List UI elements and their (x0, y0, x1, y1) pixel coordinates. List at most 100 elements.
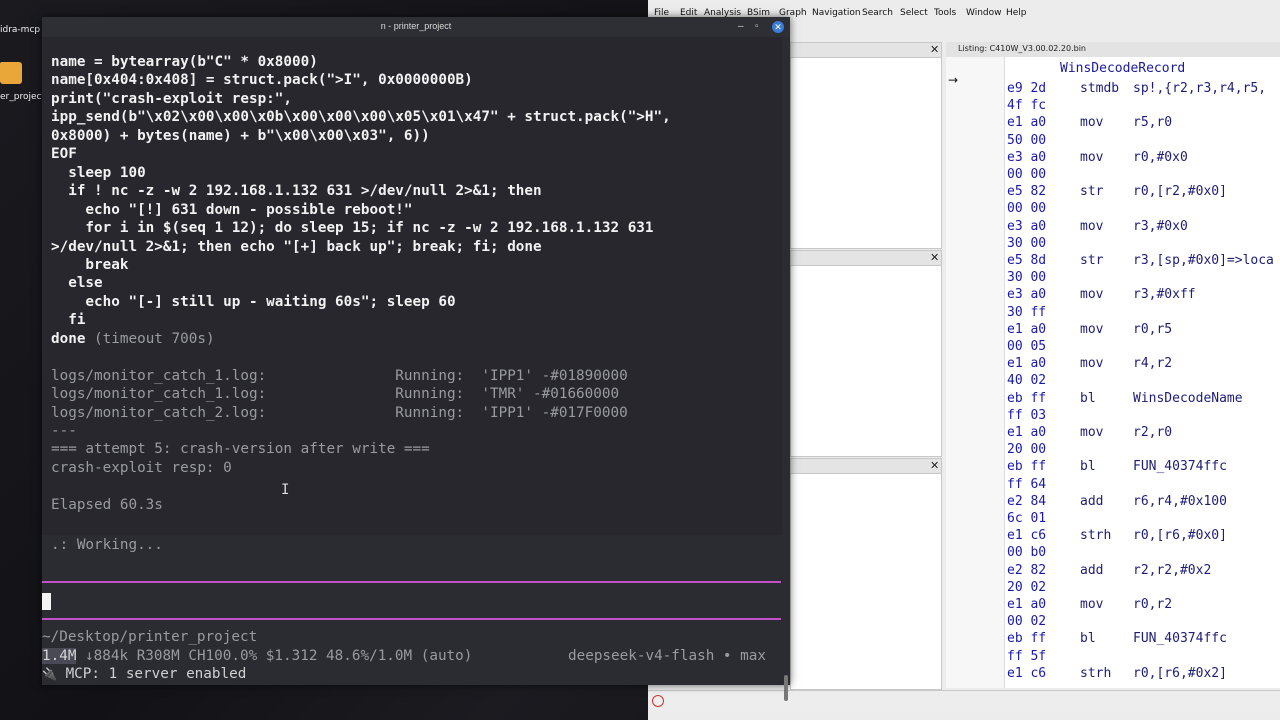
instruction-mnemonic[interactable]: bl (1080, 631, 1096, 646)
instruction-mnemonic[interactable]: bl (1080, 459, 1096, 474)
instruction-mnemonic[interactable]: strh (1080, 528, 1111, 543)
terminal-line-text: Elapsed 60.3s (51, 496, 163, 513)
instruction-bytes[interactable]: 00 00 (1007, 167, 1046, 182)
instruction-operands[interactable]: r0,[r2,#0x0] (1133, 184, 1227, 199)
instruction-mnemonic[interactable]: strh (1080, 666, 1111, 681)
terminal-line: echo "[-] still up - waiting 60s"; sleep… (51, 294, 455, 310)
instruction-operands[interactable]: r6,r4,#0x100 (1133, 494, 1227, 509)
maximize-icon[interactable]: ▫ (755, 21, 759, 32)
input-cursor[interactable] (42, 593, 51, 610)
instruction-mnemonic[interactable]: add (1080, 563, 1103, 578)
instruction-mnemonic[interactable]: mov (1080, 115, 1103, 130)
instruction-operands[interactable]: r3,[sp,#0x0]=>loca (1133, 253, 1274, 268)
instruction-mnemonic[interactable]: mov (1080, 150, 1103, 165)
instruction-operands[interactable]: r3,#0xff (1133, 287, 1196, 302)
function-label[interactable]: WinsDecodeRecord (1060, 61, 1185, 76)
instruction-operands[interactable]: WinsDecodeName (1133, 391, 1243, 406)
instruction-mnemonic[interactable]: mov (1080, 287, 1103, 302)
instruction-mnemonic[interactable]: bl (1080, 391, 1096, 406)
instruction-bytes[interactable]: e9 2d (1007, 81, 1046, 96)
instruction-mnemonic[interactable]: str (1080, 184, 1103, 199)
instruction-operands[interactable]: r0,r5 (1133, 322, 1172, 337)
menu-window[interactable]: Window (966, 8, 1002, 18)
instruction-operands[interactable]: r4,r2 (1133, 356, 1172, 371)
instruction-bytes[interactable]: 6c 01 (1007, 511, 1046, 526)
instruction-bytes[interactable]: e1 a0 (1007, 425, 1046, 440)
menu-search[interactable]: Search (862, 8, 893, 18)
instruction-mnemonic[interactable]: stmdb (1080, 81, 1119, 96)
instruction-bytes[interactable]: eb ff (1007, 391, 1046, 406)
instruction-operands[interactable]: r0,[r6,#0x0] (1133, 528, 1227, 543)
instruction-mnemonic[interactable]: str (1080, 253, 1103, 268)
instruction-bytes[interactable]: ff 64 (1007, 477, 1046, 492)
instruction-bytes[interactable]: 30 ff (1007, 305, 1046, 320)
instruction-bytes[interactable]: e5 8d (1007, 253, 1046, 268)
close-icon[interactable]: ✕ (772, 21, 784, 33)
terminal-line-text: if ! nc -z -w 2 192.168.1.132 631 >/dev/… (51, 183, 542, 200)
instruction-bytes[interactable]: 20 02 (1007, 580, 1046, 595)
instruction-operands[interactable]: r2,r0 (1133, 425, 1172, 440)
terminal-scroll-thumb[interactable] (784, 675, 788, 701)
instruction-mnemonic[interactable]: mov (1080, 219, 1103, 234)
listing-title: Listing: C410W_V3.00.02.20.bin (958, 44, 1087, 53)
terminal-scrollbar[interactable] (782, 37, 790, 685)
instruction-mnemonic[interactable]: mov (1080, 597, 1103, 612)
instruction-bytes[interactable]: e3 a0 (1007, 287, 1046, 302)
desktop-icon-label[interactable]: er_project (0, 92, 45, 102)
instruction-operands[interactable]: r2,r2,#0x2 (1133, 563, 1211, 578)
close-icon[interactable]: ✕ (930, 459, 939, 472)
instruction-operands[interactable]: FUN_40374ffc (1133, 459, 1227, 474)
instruction-bytes[interactable]: 00 05 (1007, 339, 1046, 354)
instruction-bytes[interactable]: 00 02 (1007, 614, 1046, 629)
listing-view[interactable]: → WinsDecodeRecord e9 2d stmdb sp!,{r2,r3,… (946, 57, 1280, 688)
instruction-bytes[interactable]: eb ff (1007, 631, 1046, 646)
instruction-operands[interactable]: r0,r2 (1133, 597, 1172, 612)
instruction-bytes[interactable]: 00 00 (1007, 201, 1046, 216)
instruction-bytes[interactable]: 4f fc (1007, 98, 1046, 113)
terminal-line: === attempt 5: crash-version after write… (51, 441, 430, 457)
instruction-operands[interactable]: FUN_40374ffc (1133, 631, 1227, 646)
instruction-bytes[interactable]: e5 82 (1007, 184, 1046, 199)
instruction-operands[interactable]: r0,[r6,#0x2] (1133, 666, 1227, 681)
terminal-line-text: name[0x404:0x408] = struct.pack(">I", 0x… (51, 72, 473, 89)
instruction-bytes[interactable]: e1 a0 (1007, 597, 1046, 612)
instruction-bytes[interactable]: 40 02 (1007, 373, 1046, 388)
instruction-operands[interactable]: sp!,{r2,r3,r4,r5, (1133, 81, 1266, 96)
terminal-line-text: done (51, 330, 86, 347)
instruction-mnemonic[interactable]: mov (1080, 322, 1103, 337)
folder-icon[interactable] (0, 62, 22, 84)
close-icon[interactable]: ✕ (930, 43, 939, 56)
desktop-icon-label[interactable]: idra-mcp (0, 25, 40, 35)
instruction-bytes[interactable]: e3 a0 (1007, 219, 1046, 234)
instruction-bytes[interactable]: e1 a0 (1007, 322, 1046, 337)
instruction-bytes[interactable]: 00 b0 (1007, 545, 1046, 560)
instruction-bytes[interactable]: ff 5f (1007, 649, 1046, 664)
menu-select[interactable]: Select (900, 8, 928, 18)
minimize-icon[interactable]: ‒ (738, 21, 744, 32)
instruction-mnemonic[interactable]: add (1080, 494, 1103, 509)
instruction-operands[interactable]: r3,#0x0 (1133, 219, 1188, 234)
instruction-bytes[interactable]: e3 a0 (1007, 150, 1046, 165)
instruction-bytes[interactable]: 30 00 (1007, 270, 1046, 285)
instruction-bytes[interactable]: 30 00 (1007, 236, 1046, 251)
instruction-mnemonic[interactable]: mov (1080, 425, 1103, 440)
menu-navigation[interactable]: Navigation (812, 8, 861, 18)
instruction-bytes[interactable]: e2 82 (1007, 563, 1046, 578)
instruction-operands[interactable]: r5,r0 (1133, 115, 1172, 130)
instruction-bytes[interactable]: e1 c6 (1007, 666, 1046, 681)
menu-help[interactable]: Help (1006, 8, 1027, 18)
instruction-bytes[interactable]: eb ff (1007, 459, 1046, 474)
instruction-operands[interactable]: r0,#0x0 (1133, 150, 1188, 165)
close-icon[interactable]: ✕ (930, 251, 939, 264)
instruction-bytes[interactable]: e1 a0 (1007, 115, 1046, 130)
instruction-bytes[interactable]: e2 84 (1007, 494, 1046, 509)
terminal-line: >/dev/null 2>&1; then echo "[+] back up"… (51, 239, 542, 255)
instruction-bytes[interactable]: ff 03 (1007, 408, 1046, 423)
instruction-bytes[interactable]: 20 00 (1007, 442, 1046, 457)
instruction-bytes[interactable]: 50 00 (1007, 133, 1046, 148)
terminal-line: ipp_send(b"\x02\x00\x00\x0b\x00\x00\x00\… (51, 109, 671, 125)
menu-tools[interactable]: Tools (934, 8, 956, 18)
instruction-bytes[interactable]: e1 c6 (1007, 528, 1046, 543)
instruction-mnemonic[interactable]: mov (1080, 356, 1103, 371)
instruction-bytes[interactable]: e1 a0 (1007, 356, 1046, 371)
